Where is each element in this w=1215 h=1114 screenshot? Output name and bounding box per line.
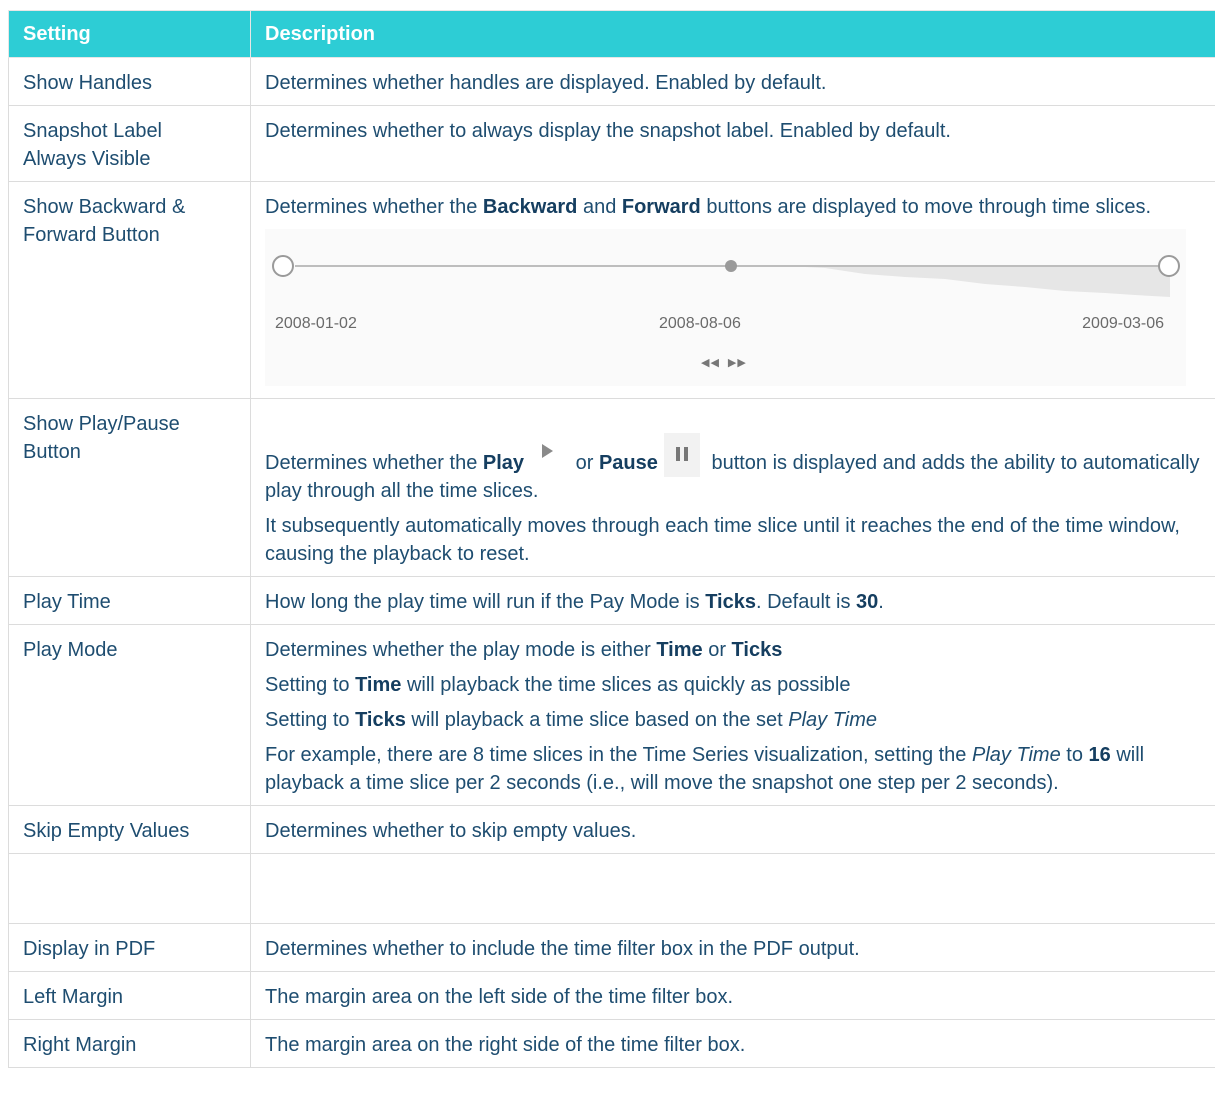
text-run: will playback the time slices as quickly…: [401, 674, 851, 696]
description-text: Determines whether the Backward and Forw…: [265, 193, 1203, 221]
text-italic: Play Time: [788, 709, 877, 731]
setting-cell: Show Handles: [8, 57, 251, 106]
timeline-start-label: 2008-01-02: [275, 315, 357, 332]
backward-icon: ◀◀: [701, 357, 720, 369]
setting-cell: Show Play/Pause Button: [8, 398, 251, 577]
table-row: Play Mode Determines whether the play mo…: [8, 624, 1215, 806]
text-run: For example, there are 8 time slices in …: [265, 744, 972, 766]
text-run: . Default is: [755, 591, 857, 613]
setting-text: Button: [23, 441, 81, 463]
text-bold: Ticks: [731, 639, 783, 661]
forward-icon: ▶▶: [727, 357, 747, 369]
text-run: Determines whether the play mode is eith…: [265, 639, 657, 661]
text-bold: Pause: [598, 452, 658, 474]
description-cell: The margin area on the right side of the…: [250, 1019, 1215, 1068]
timeline-snapshot-marker: [725, 260, 737, 272]
description-cell: Determines whether to include the time f…: [250, 923, 1215, 972]
setting-cell: Display in PDF: [8, 923, 251, 972]
table-row: Show Handles Determines whether handles …: [8, 57, 1215, 106]
text-run: or: [702, 639, 732, 661]
setting-cell: Skip Empty Values: [8, 805, 251, 854]
description-cell: Determines whether the Play or Pause but…: [250, 398, 1215, 577]
text-run: Setting to: [265, 709, 356, 731]
setting-text: Forward Button: [23, 224, 160, 246]
description-text: Setting to Time will playback the time s…: [265, 671, 1203, 699]
table-row: Snapshot Label Always Visible Determines …: [8, 105, 1215, 182]
text-bold: Play: [482, 452, 525, 474]
table-row: Show Backward & Forward Button Determines…: [8, 181, 1215, 399]
text-run: and: [577, 196, 622, 218]
setting-text: Always Visible: [23, 148, 151, 170]
text-run: Setting to: [265, 674, 356, 696]
timeline-example-image: 2008-01-02 2008-08-06 2009-03-06 ◀◀ ▶▶: [265, 229, 1186, 386]
text-run: or: [570, 452, 599, 474]
table-row: Display in PDF Determines whether to inc…: [8, 923, 1215, 972]
setting-cell: Play Time: [8, 576, 251, 625]
settings-table: Setting Description Show Handles Determi…: [8, 10, 1215, 1068]
text-bold: Ticks: [355, 709, 406, 731]
text-run: to: [1060, 744, 1089, 766]
description-text: Determines whether the play mode is eith…: [265, 636, 1203, 664]
table-row-empty: [8, 853, 1215, 924]
timeline-nav: ◀◀ ▶▶: [701, 349, 755, 377]
description-cell: [250, 853, 1215, 924]
description-cell: How long the play time will run if the P…: [250, 576, 1215, 625]
description-cell: Determines whether the Backward and Forw…: [250, 181, 1215, 399]
text-bold: 30: [856, 591, 879, 613]
setting-cell: Play Mode: [8, 624, 251, 806]
text-bold: Time: [656, 639, 703, 661]
description-text: It subsequently automatically moves thro…: [265, 515, 1180, 565]
description-cell: The margin area on the left side of the …: [250, 971, 1215, 1020]
description-text: Determines whether the Play or Pause but…: [265, 433, 1203, 505]
description-cell: Determines whether the play mode is eith…: [250, 624, 1215, 806]
description-cell: Determines whether to skip empty values.: [250, 805, 1215, 854]
text-run: Determines whether the: [265, 452, 483, 474]
timeline-start-handle: [272, 255, 294, 277]
text-run: buttons are displayed to move through ti…: [700, 196, 1152, 218]
description-text: For example, there are 8 time slices in …: [265, 741, 1203, 797]
description-cell: Determines whether handles are displayed…: [250, 57, 1215, 106]
table-row: Left Margin The margin area on the left …: [8, 971, 1215, 1020]
description-text: Setting to Ticks will playback a time sl…: [265, 706, 1203, 734]
timeline-snapshot-label: 2008-08-06: [659, 315, 741, 332]
text-bold: Time: [355, 674, 402, 696]
text-bold: Forward: [621, 196, 701, 218]
setting-text: Show Backward &: [23, 196, 186, 218]
timeline-end-handle: [1158, 255, 1180, 277]
text-run: Determines whether the: [265, 196, 483, 218]
setting-cell: Right Margin: [8, 1019, 251, 1068]
pause-icon: [663, 433, 700, 477]
header-setting: Setting: [8, 10, 251, 58]
table-row: Skip Empty Values Determines whether to …: [8, 805, 1215, 854]
play-icon: [530, 437, 564, 475]
setting-cell: Left Margin: [8, 971, 251, 1020]
text-run: .: [878, 591, 884, 613]
table-header-row: Setting Description: [8, 10, 1215, 58]
text-italic: Play Time: [971, 744, 1061, 766]
header-description: Description: [250, 10, 1215, 58]
description-cell: Determines whether to always display the…: [250, 105, 1215, 182]
setting-cell: Snapshot Label Always Visible: [8, 105, 251, 182]
table-row: Right Margin The margin area on the righ…: [8, 1019, 1215, 1068]
setting-cell: Show Backward & Forward Button: [8, 181, 251, 399]
text-run: How long the play time will run if the P…: [265, 591, 706, 613]
setting-text: Show Play/Pause: [23, 413, 180, 435]
text-bold: 16: [1088, 744, 1111, 766]
text-bold: Ticks: [705, 591, 756, 613]
timeline-end-label: 2009-03-06: [1082, 315, 1164, 332]
table-row: Show Play/Pause Button Determines whether…: [8, 398, 1215, 577]
table-row: Play Time How long the play time will ru…: [8, 576, 1215, 625]
setting-text: Snapshot Label: [23, 120, 163, 142]
timeline-area-fill: [735, 266, 1170, 297]
setting-cell: [8, 853, 251, 924]
text-run: will playback a time slice based on the …: [405, 709, 789, 731]
text-bold: Backward: [482, 196, 578, 218]
